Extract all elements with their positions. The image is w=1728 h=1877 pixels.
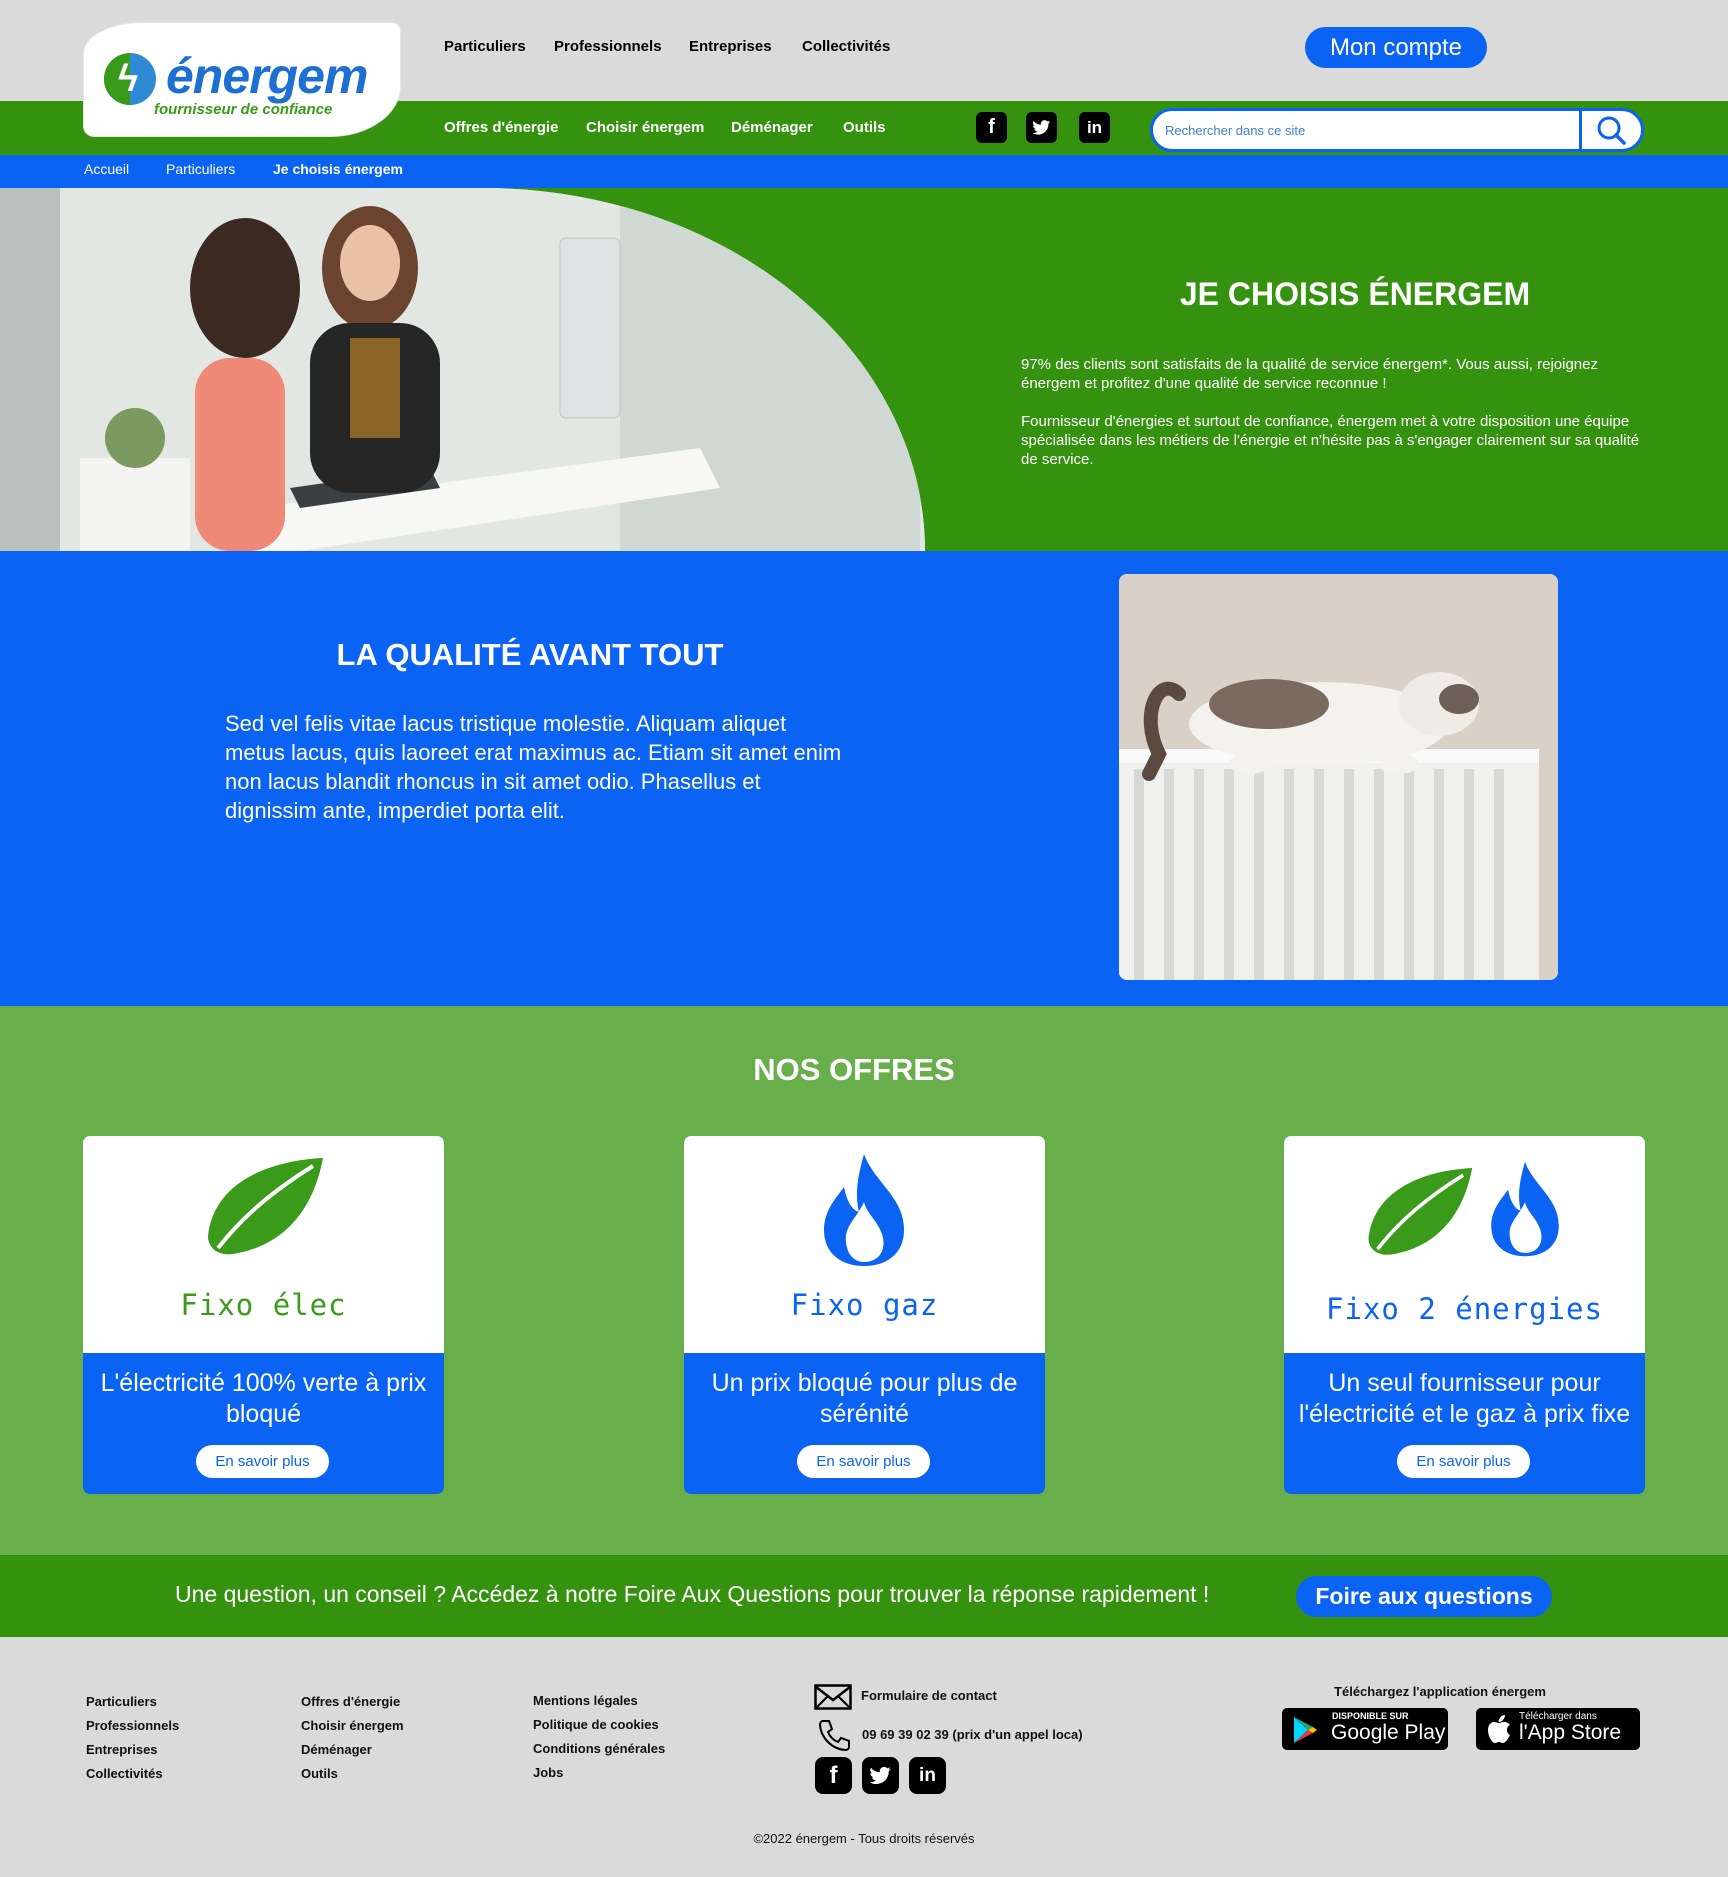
phone-number[interactable]: 09 69 39 02 39 (prix d'un appel loca) [862,1727,1083,1742]
app-store-big: l'App Store [1519,1721,1622,1744]
footer-link[interactable]: Déménager [301,1738,404,1762]
footer-col-3: Mentions légales Politique de cookies Co… [533,1689,665,1785]
hero-section: JE CHOISIS ÉNERGEM 97% des clients sont … [0,188,1728,551]
twitter-icon[interactable] [862,1757,899,1794]
phone-icon [818,1720,850,1751]
nav-professionnels[interactable]: Professionnels [554,38,662,55]
breadcrumb-accueil[interactable]: Accueil [84,161,129,177]
contact-form-link[interactable]: Formulaire de contact [861,1688,997,1703]
account-button[interactable]: Mon compte [1305,27,1487,68]
hero-title: JE CHOISIS ÉNERGEM [1179,276,1531,312]
offer-desc-2-energies: Un seul fournisseur pour l'électricité e… [1298,1369,1631,1428]
offers-title: NOS OFFRES [753,1052,955,1087]
learn-more-button-elec[interactable]: En savoir plus [196,1445,329,1478]
learn-more-button-gaz[interactable]: En savoir plus [797,1445,930,1478]
footer-col-2: Offres d'énergie Choisir énergem Déménag… [301,1690,404,1786]
app-store-badge[interactable]: Télécharger dans l'App Store [1476,1708,1640,1750]
breadcrumb-current: Je choisis énergem [273,161,403,177]
quality-text: Sed vel felis vitae lacus tristique mole… [225,711,842,823]
facebook-icon[interactable]: f [976,112,1007,143]
offer-card-gaz: Fixo gaz Un prix bloqué pour plus de sér… [684,1136,1045,1494]
subnav-demenager[interactable]: Déménager [731,119,813,136]
footer-link[interactable]: Collectivités [86,1762,179,1786]
twitter-icon[interactable] [1026,112,1057,143]
nav-entreprises[interactable]: Entreprises [689,38,772,55]
footer-link[interactable]: Jobs [533,1761,665,1785]
envelope-icon [814,1684,852,1710]
subnav-outils[interactable]: Outils [843,119,886,136]
facebook-icon[interactable]: f [815,1757,852,1794]
google-play-icon [1294,1717,1317,1743]
hero-paragraph-2: Fournisseur d'énergies et surtout de con… [1021,413,1640,468]
learn-more-button-2-energies[interactable]: En savoir plus [1397,1445,1530,1478]
offer-card-2-energies: Fixo 2 énergies Un seul fournisseur pour… [1284,1136,1645,1494]
flame-icon [1491,1161,1559,1257]
search-button[interactable] [1579,111,1641,149]
google-play-small: DISPONIBLE SUR [1332,1711,1409,1721]
search-box [1150,108,1644,152]
hero-photo [0,188,925,551]
breadcrumb-particuliers[interactable]: Particuliers [166,161,235,177]
nav-particuliers[interactable]: Particuliers [444,38,526,55]
flame-icon [824,1154,904,1266]
bolt-icon: ϟ [104,53,156,105]
subnav-offres[interactable]: Offres d'énergie [444,119,558,136]
offer-card-elec: Fixo élec L'électricité 100% verte à pri… [83,1136,444,1494]
apple-logo-icon [1488,1715,1510,1743]
footer-link[interactable]: Particuliers [86,1690,179,1714]
linkedin-icon[interactable]: in [909,1757,946,1794]
leaf-icon [1368,1167,1473,1255]
hero-text: 97% des clients sont satisfaits de la qu… [1021,355,1651,469]
faq-text: Une question, un conseil ? Accédez à not… [175,1581,1210,1607]
logo[interactable]: ϟ énergem fournisseur de confiance [84,23,400,136]
footer-link[interactable]: Professionnels [86,1714,179,1738]
offer-name-elec: Fixo élec [180,1288,347,1322]
footer-link[interactable]: Offres d'énergie [301,1690,404,1714]
footer-link[interactable]: Mentions légales [533,1689,665,1713]
logo-tagline: fournisseur de confiance [154,101,333,118]
hero-paragraph-1: 97% des clients sont satisfaits de la qu… [1021,356,1598,392]
offer-name-2-energies: Fixo 2 énergies [1326,1292,1603,1326]
leaf-icon [208,1158,323,1255]
footer-link[interactable]: Conditions générales [533,1737,665,1761]
offer-desc-elec: L'électricité 100% verte à prix bloqué [100,1369,427,1428]
cat-on-radiator-photo [1119,574,1558,980]
google-play-badge[interactable]: DISPONIBLE SUR Google Play [1282,1708,1448,1750]
footer-link[interactable]: Politique de cookies [533,1713,665,1737]
search-input[interactable] [1165,117,1565,143]
breadcrumb-bar [0,155,1728,188]
app-download-title: Téléchargez l'application énergem [1334,1684,1546,1699]
faq-button[interactable]: Foire aux questions [1296,1576,1552,1617]
linkedin-icon[interactable]: in [1079,112,1110,143]
quality-title: LA QUALITÉ AVANT TOUT [336,637,724,672]
copyright: ©2022 énergem - Tous droits réservés [753,1831,975,1846]
footer-link[interactable]: Outils [301,1762,404,1786]
logo-name: énergem [166,48,368,104]
footer-col-1: Particuliers Professionnels Entreprises … [86,1690,179,1786]
offer-name-gaz: Fixo gaz [790,1288,939,1322]
footer-link[interactable]: Entreprises [86,1738,179,1762]
footer-link[interactable]: Choisir énergem [301,1714,404,1738]
offer-desc-gaz: Un prix bloqué pour plus de sérénité [711,1369,1018,1428]
subnav-choisir[interactable]: Choisir énergem [586,119,704,136]
google-play-big: Google Play [1331,1721,1446,1744]
nav-collectivites[interactable]: Collectivités [802,38,890,55]
search-icon [1597,116,1626,145]
